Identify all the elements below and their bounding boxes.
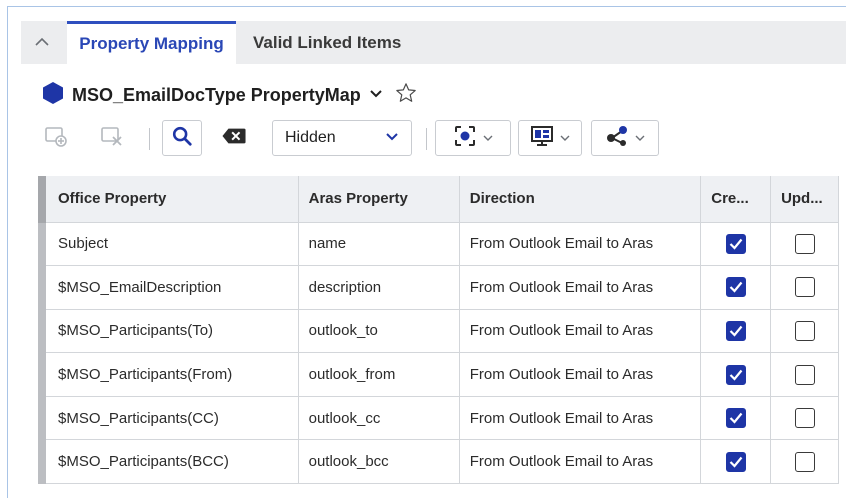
share-button[interactable]: [591, 120, 659, 156]
search-button[interactable]: [162, 120, 202, 156]
table-row[interactable]: $MSO_Participants(BCC) outlook_bcc From Ou…: [37, 439, 839, 485]
cell-update: [770, 396, 839, 441]
grid-body: Subject name From Outlook Email to Aras $MS…: [37, 222, 839, 485]
cell-office-property[interactable]: $MSO_Participants(CC): [37, 396, 299, 441]
tab-bar: Property Mapping Valid Linked Items: [21, 21, 846, 64]
chevron-down-icon: [385, 129, 399, 147]
add-row-icon: [44, 125, 68, 152]
share-icon: [605, 125, 629, 152]
cell-create: [700, 396, 772, 441]
create-checkbox[interactable]: [725, 408, 746, 429]
cell-create: [700, 222, 772, 267]
table-row[interactable]: $MSO_Participants(To) outlook_to From Outl…: [37, 309, 839, 354]
cell-direction[interactable]: From Outlook Email to Aras: [459, 309, 702, 354]
cell-update: [770, 309, 839, 354]
column-header-direction[interactable]: Direction: [459, 176, 702, 223]
cell-direction[interactable]: From Outlook Email to Aras: [459, 396, 702, 441]
table-row[interactable]: $MSO_Participants(From) outlook_from From …: [37, 352, 839, 397]
create-checkbox[interactable]: [725, 233, 746, 254]
filter-select-value: Hidden: [285, 129, 336, 146]
update-checkbox[interactable]: [794, 233, 815, 254]
remove-row-icon: [100, 125, 124, 152]
update-checkbox[interactable]: [794, 408, 815, 429]
chevron-down-icon: [560, 129, 570, 147]
layout-button[interactable]: [518, 120, 582, 156]
cell-update: [770, 352, 839, 397]
cell-aras-property[interactable]: outlook_bcc: [298, 439, 460, 485]
cell-update: [770, 222, 839, 267]
column-header-office-property[interactable]: Office Property: [37, 176, 299, 223]
filter-select[interactable]: Hidden: [272, 120, 412, 156]
cell-office-property[interactable]: $MSO_Participants(From): [37, 352, 299, 397]
cell-office-property[interactable]: $MSO_EmailDescription: [37, 265, 299, 310]
cell-aras-property[interactable]: outlook_from: [298, 352, 460, 397]
update-checkbox[interactable]: [794, 364, 815, 385]
cell-office-property[interactable]: $MSO_Participants(To): [37, 309, 299, 354]
column-header-aras-property[interactable]: Aras Property: [298, 176, 460, 223]
search-icon: [171, 125, 193, 152]
cell-create: [700, 265, 772, 310]
cell-office-property[interactable]: Subject: [37, 222, 299, 267]
property-mapping-grid: Office Property Aras Property Direction …: [37, 176, 839, 485]
add-row-button[interactable]: [38, 120, 74, 156]
chevron-down-icon[interactable]: [369, 86, 383, 104]
chevron-down-icon: [483, 129, 493, 147]
grid-header-row: Office Property Aras Property Direction …: [37, 176, 839, 223]
column-header-update[interactable]: Upd...: [770, 176, 839, 223]
create-checkbox[interactable]: [725, 451, 746, 472]
update-checkbox[interactable]: [794, 277, 815, 298]
cell-create: [700, 309, 772, 354]
focus-icon: [453, 124, 477, 153]
chevron-down-icon: [635, 129, 645, 147]
cell-aras-property[interactable]: name: [298, 222, 460, 267]
tab-property-mapping[interactable]: Property Mapping: [67, 21, 236, 64]
item-title-row: MSO_EmailDocType PropertyMap: [42, 81, 417, 110]
toolbar-separator: [149, 128, 150, 150]
cell-update: [770, 439, 839, 485]
cell-direction[interactable]: From Outlook Email to Aras: [459, 439, 702, 485]
star-icon[interactable]: [395, 82, 417, 109]
monitor-icon: [530, 125, 554, 152]
cell-aras-property[interactable]: description: [298, 265, 460, 310]
cell-direction[interactable]: From Outlook Email to Aras: [459, 352, 702, 397]
update-checkbox[interactable]: [794, 451, 815, 472]
cell-create: [700, 352, 772, 397]
view-mode-button[interactable]: [435, 120, 511, 156]
cell-aras-property[interactable]: outlook_cc: [298, 396, 460, 441]
table-row[interactable]: $MSO_EmailDescription description From Out…: [37, 265, 839, 310]
cell-create: [700, 439, 772, 485]
remove-row-button[interactable]: [94, 120, 130, 156]
table-row[interactable]: $MSO_Participants(CC) outlook_cc From Outl…: [37, 396, 839, 441]
create-checkbox[interactable]: [725, 320, 746, 341]
tab-valid-linked-items[interactable]: Valid Linked Items: [253, 21, 401, 64]
toolbar-separator: [426, 128, 427, 150]
create-checkbox[interactable]: [725, 364, 746, 385]
backspace-icon: [222, 127, 246, 150]
column-header-create[interactable]: Cre...: [700, 176, 772, 223]
cell-office-property[interactable]: $MSO_Participants(BCC): [37, 439, 299, 485]
cell-direction[interactable]: From Outlook Email to Aras: [459, 222, 702, 267]
cell-update: [770, 265, 839, 310]
cell-direction[interactable]: From Outlook Email to Aras: [459, 265, 702, 310]
item-title: MSO_EmailDocType PropertyMap: [72, 84, 361, 105]
update-checkbox[interactable]: [794, 320, 815, 341]
cell-aras-property[interactable]: outlook_to: [298, 309, 460, 354]
table-row[interactable]: Subject name From Outlook Email to Aras: [37, 222, 839, 267]
clear-search-button[interactable]: [208, 120, 260, 156]
create-checkbox[interactable]: [725, 277, 746, 298]
chevron-up-icon[interactable]: [35, 35, 49, 49]
hexagon-icon: [42, 81, 64, 110]
